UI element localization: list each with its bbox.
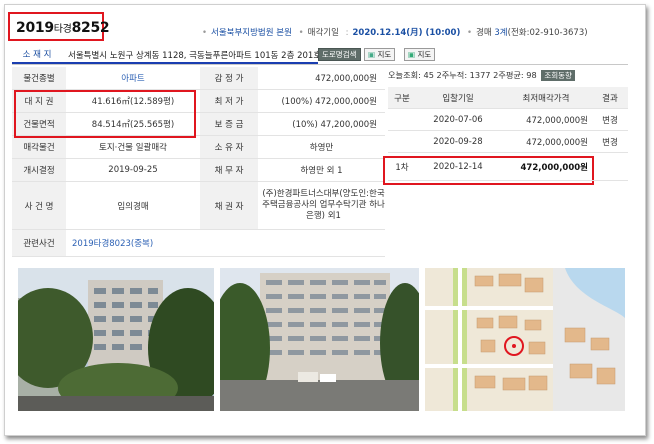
cell-label: 채 권 자 xyxy=(200,182,258,229)
location-map-image xyxy=(425,268,625,411)
date-cell: 2020-09-28 xyxy=(433,136,483,147)
sale-object-value: 토지·건물 일괄매각 xyxy=(99,143,167,153)
result-cell: 변경 xyxy=(602,137,618,148)
address-label: 소 재 지 xyxy=(22,50,52,60)
date-cell: 2020-12-14 xyxy=(433,161,483,172)
cell-label: 사 건 명 xyxy=(12,182,66,229)
cell-label: 관련사건 xyxy=(12,230,66,256)
cell-label: 매각물건 xyxy=(12,136,66,158)
header: 2019타경8252 • 서울북부지방법원 본원 • 매각기일 :2020.12.1… xyxy=(8,12,628,42)
case-name-value: 임의경매 xyxy=(117,201,149,212)
table-row: 개시결정 2019-09-25 채 무 자 하영만 외 1 xyxy=(12,159,385,182)
round-cell xyxy=(388,131,416,152)
dept-number[interactable]: 3계 xyxy=(494,28,507,38)
address-text: 서울특별시 노원구 상계동 1128, 극동늘푸른아파트 101동 2층 201… xyxy=(68,51,322,61)
owner-value: 하영만 xyxy=(309,143,334,153)
column-header: 구분 xyxy=(394,93,410,104)
table-row: 사 건 명 임의경매 채 권 자 (주)한경파트너스대부(양도인:한국주택금융공… xyxy=(12,182,385,230)
table-row: 2020-09-28 472,000,000원 변경 xyxy=(388,131,628,153)
building-photo-1-image xyxy=(18,268,214,411)
header-info: • 서울북부지방법원 본원 • 매각기일 :2020.12.14(月) (10:00… xyxy=(202,28,588,38)
creditor-value: (주)한경파트너스대부(양도인:한국주택금융공사의 업무수탁기관 하나은행) 외… xyxy=(262,189,385,221)
round-cell xyxy=(388,109,416,130)
debtor-value: 하영만 외 1 xyxy=(300,166,343,176)
area-highlight-box xyxy=(14,90,196,138)
dept-prefix: 경매 xyxy=(476,28,492,38)
property-type-value[interactable]: 아파트 xyxy=(66,67,200,89)
map-button-1[interactable]: ▣ 지도 xyxy=(364,48,396,61)
table-row: 관련사건 2019타경8023(중복) xyxy=(12,230,385,257)
appraisal-value: 472,000,000원 xyxy=(315,74,377,84)
column-header: 입찰기일 xyxy=(442,93,474,104)
address-row: 소 재 지 서울특별시 노원구 상계동 1128, 극동늘푸른아파트 101동 … xyxy=(12,47,628,63)
price-cell: 472,000,000원 xyxy=(526,137,588,148)
building-photo-1[interactable] xyxy=(18,268,214,411)
round-cell: 1차 xyxy=(395,162,409,173)
cell-label: 소 유 자 xyxy=(200,136,258,158)
date-cell: 2020-07-06 xyxy=(433,114,483,125)
cell-label: 물건종별 xyxy=(12,67,66,89)
cell-label: 채 무 자 xyxy=(200,159,258,181)
case-number: 2019타경8252 xyxy=(16,20,110,36)
location-map[interactable] xyxy=(425,268,625,411)
case-number-highlight: 2019타경8252 xyxy=(8,12,110,41)
sale-date-label: 매각기일 xyxy=(307,28,339,38)
building-photo-2-image xyxy=(220,268,419,411)
result-cell xyxy=(592,153,628,180)
view-trend-button[interactable]: 조회동향 xyxy=(541,70,575,81)
view-stats-text: 오늘조회: 45 2주누적: 1377 2주평균: 98 xyxy=(388,70,537,80)
divider xyxy=(12,64,628,65)
cell-label: 개시결정 xyxy=(12,159,66,181)
result-cell: 변경 xyxy=(602,115,618,126)
price-cell: 472,000,000원 xyxy=(520,162,588,173)
map-icon: ▣ xyxy=(368,50,376,59)
minimum-price-value: (100%) 472,000,000원 xyxy=(281,97,377,107)
cell-label: 최 저 가 xyxy=(200,90,258,112)
column-header: 최저매각가격 xyxy=(522,93,570,104)
court-phone: (전화:02-910-3673) xyxy=(507,28,588,38)
table-row: 물건종별 아파트 감 정 가 472,000,000원 xyxy=(12,67,385,90)
auction-history-table: 구분 입찰기일 최저매각가격 결과 2020-07-06 472,000,000… xyxy=(388,87,628,181)
table-row: 매각물건 토지·건물 일괄매각 소 유 자 하영만 xyxy=(12,136,385,159)
start-decision-value: 2019-09-25 xyxy=(108,165,158,175)
map-icon: ▣ xyxy=(408,50,416,59)
table-row: 1차 2020-12-14 472,000,000원 xyxy=(388,153,628,181)
related-case-link[interactable]: 2019타경8023(중복) xyxy=(66,230,385,256)
deposit-value: (10%) 47,200,000원 xyxy=(292,120,377,130)
road-name-search-button[interactable]: 도로명검색 xyxy=(318,48,361,61)
view-stats: 오늘조회: 45 2주누적: 1377 2주평균: 98 조회동향 xyxy=(388,69,628,85)
map-button-2[interactable]: ▣ 지도 xyxy=(404,48,436,61)
cell-label: 보 증 금 xyxy=(200,113,258,135)
cell-label: 감 정 가 xyxy=(200,67,258,89)
price-cell: 472,000,000원 xyxy=(526,115,588,126)
court-name: 서울북부지방법원 본원 xyxy=(211,28,292,38)
sale-date: 2020.12.14(月) (10:00) xyxy=(352,28,461,38)
table-header-row: 구분 입찰기일 최저매각가격 결과 xyxy=(388,87,628,109)
building-photo-2[interactable] xyxy=(220,268,419,411)
column-header: 결과 xyxy=(602,93,618,104)
table-row: 2020-07-06 472,000,000원 변경 xyxy=(388,109,628,131)
